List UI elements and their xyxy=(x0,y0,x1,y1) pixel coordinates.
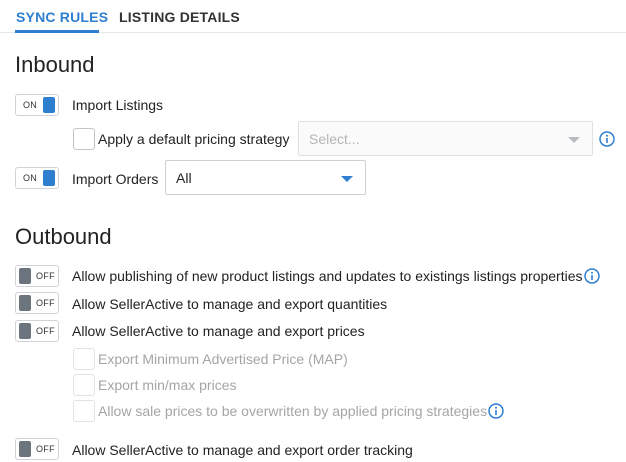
pricing-strategy-label: Apply a default pricing strategy xyxy=(98,131,290,147)
import-orders-select[interactable]: All xyxy=(165,160,366,195)
toggle-knob xyxy=(43,170,55,186)
toggle-state-label: OFF xyxy=(36,298,55,308)
tab-bar: SYNC RULES LISTING DETAILS xyxy=(0,0,626,33)
toggle-knob xyxy=(19,295,31,311)
toggle-knob xyxy=(43,97,55,113)
quantities-label: Allow SellerActive to manage and export … xyxy=(72,296,388,312)
publishing-toggle[interactable]: OFF xyxy=(15,265,59,287)
toggle-knob xyxy=(19,323,31,339)
caret-down-icon xyxy=(341,176,353,182)
sale-prices-checkbox[interactable] xyxy=(73,400,95,422)
toggle-state-label: OFF xyxy=(36,271,55,281)
tab-listing-details[interactable]: LISTING DETAILS xyxy=(119,9,240,25)
toggle-state-label: OFF xyxy=(36,444,55,454)
import-orders-toggle[interactable]: ON xyxy=(15,167,59,189)
toggle-state-label: ON xyxy=(23,100,38,110)
minmax-checkbox[interactable] xyxy=(73,374,95,396)
import-listings-toggle[interactable]: ON xyxy=(15,94,59,116)
import-orders-label: Import Orders xyxy=(72,171,159,187)
sale-prices-label: Allow sale prices to be overwritten by a… xyxy=(98,403,488,419)
inbound-heading: Inbound xyxy=(15,52,95,77)
toggle-knob xyxy=(19,441,31,457)
pricing-strategy-select[interactable]: Select... xyxy=(298,121,593,156)
info-circle-icon[interactable] xyxy=(488,403,504,419)
map-checkbox[interactable] xyxy=(73,348,95,370)
publishing-label: Allow publishing of new product listings… xyxy=(72,268,583,284)
info-circle-icon[interactable] xyxy=(599,131,615,147)
toggle-state-label: OFF xyxy=(36,326,55,336)
tab-sync-rules[interactable]: SYNC RULES xyxy=(16,9,108,25)
pricing-strategy-placeholder: Select... xyxy=(309,131,360,147)
prices-label: Allow SellerActive to manage and export … xyxy=(72,323,365,339)
map-label: Export Minimum Advertised Price (MAP) xyxy=(98,351,348,367)
quantities-toggle[interactable]: OFF xyxy=(15,292,59,314)
import-listings-label: Import Listings xyxy=(72,97,164,113)
minmax-label: Export min/max prices xyxy=(98,377,237,393)
toggle-knob xyxy=(19,268,31,284)
pricing-strategy-checkbox[interactable] xyxy=(73,128,95,150)
prices-toggle[interactable]: OFF xyxy=(15,320,59,342)
order-tracking-label: Allow SellerActive to manage and export … xyxy=(72,442,413,458)
import-orders-selected: All xyxy=(176,170,192,186)
toggle-state-label: ON xyxy=(23,173,38,183)
info-circle-icon[interactable] xyxy=(584,268,600,284)
order-tracking-toggle[interactable]: OFF xyxy=(15,438,59,460)
active-tab-indicator xyxy=(15,30,99,33)
caret-down-icon xyxy=(568,137,580,143)
outbound-heading: Outbound xyxy=(15,224,112,249)
